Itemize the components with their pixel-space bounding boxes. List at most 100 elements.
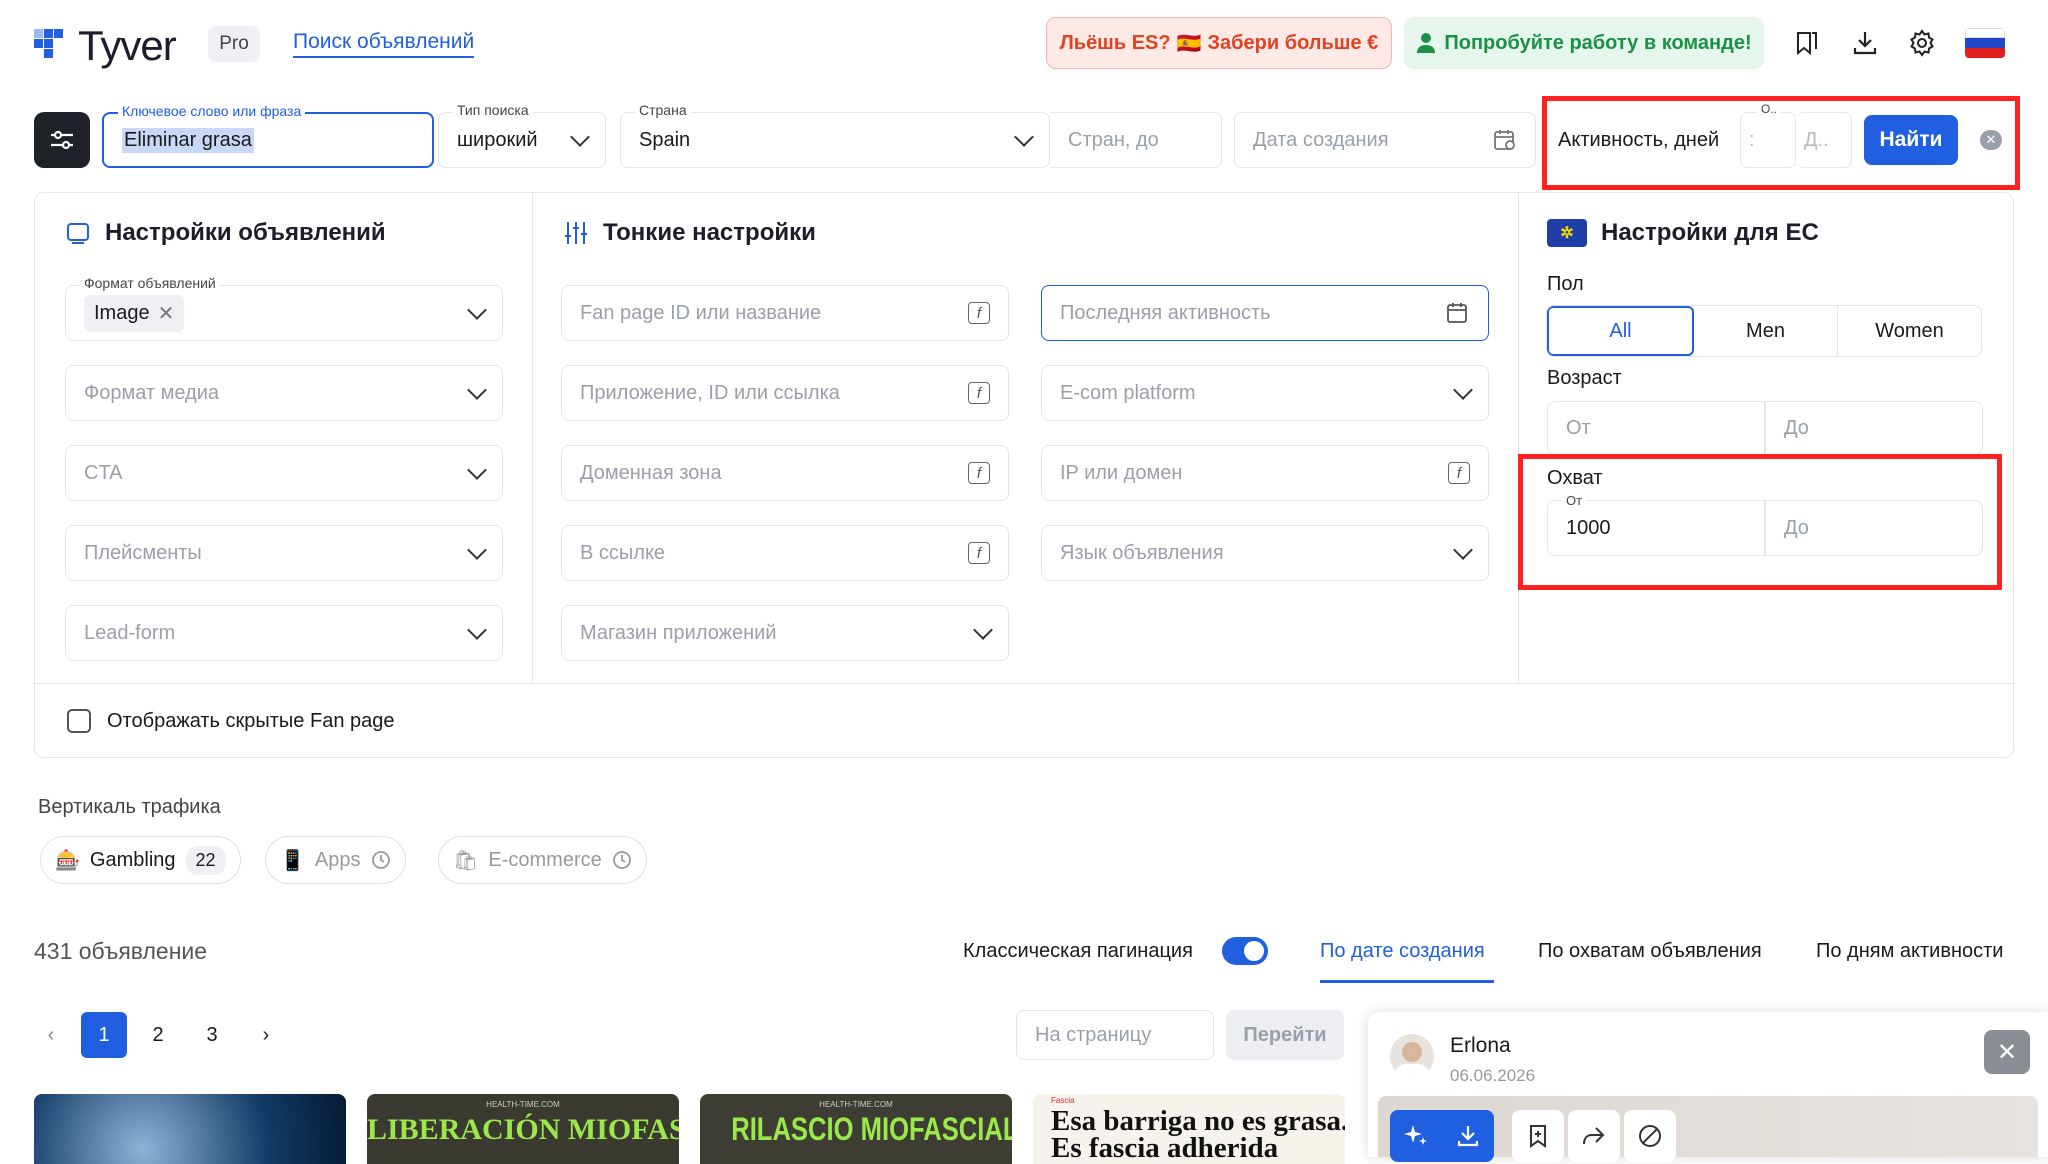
ad-card-3[interactable]: HEALTH-TIME.COM RILASCIO MIOFASCIALE — [700, 1094, 1012, 1164]
in-link-input[interactable]: В ссылке f — [561, 525, 1009, 581]
search-type-value: широкий — [457, 128, 538, 151]
ad-card-1[interactable] — [34, 1094, 346, 1164]
sliders-icon — [51, 130, 73, 150]
eu-flag-icon: ✲ — [1547, 219, 1587, 247]
ad-format-select[interactable]: Формат объявлений Image ✕ — [65, 275, 503, 341]
block-icon[interactable] — [1624, 1110, 1676, 1162]
placements-select[interactable]: Плейсменты — [65, 525, 503, 581]
ip-domain-placeholder: IP или домен — [1060, 461, 1183, 484]
ad-card-2[interactable]: HEALTH-TIME.COM LIBERACIÓN MIOFASCIAL — [367, 1094, 679, 1164]
calendar-icon — [1494, 130, 1515, 150]
gender-men[interactable]: Men — [1694, 306, 1838, 356]
chevron-down-icon — [467, 540, 487, 560]
domain-zone-placeholder: Доменная зона — [580, 461, 722, 484]
function-icon[interactable]: f — [968, 462, 990, 484]
highlight-box-activity — [1542, 96, 2020, 190]
share-icon[interactable] — [1568, 1110, 1620, 1162]
chevron-down-icon — [467, 300, 487, 320]
chip-gambling[interactable]: 🎰 Gambling 22 — [40, 836, 241, 884]
page-1[interactable]: 1 — [81, 1012, 127, 1058]
creation-date-input[interactable]: Дата создания — [1234, 112, 1536, 168]
lead-form-select[interactable]: Lead-form — [65, 605, 503, 661]
clock-icon — [612, 851, 631, 869]
sort-tab-reach[interactable]: По охватам объявления — [1538, 940, 1762, 963]
fine-settings-heading: Тонкие настройки — [563, 219, 816, 247]
chevron-down-icon — [570, 127, 590, 147]
country-select[interactable]: Страна Spain — [620, 102, 1050, 168]
ad-language-select[interactable]: Язык объявления — [1041, 525, 1489, 581]
nav-link-search[interactable]: Поиск объявлений — [293, 30, 475, 58]
function-icon[interactable]: f — [1448, 462, 1470, 484]
ad-card-2-source: HEALTH-TIME.COM — [486, 1100, 560, 1109]
prev-page-icon[interactable]: ‹ — [28, 1012, 74, 1058]
function-icon[interactable]: f — [968, 542, 990, 564]
sort-tab-activity-label: По дням активности — [1816, 940, 2004, 962]
download-icon[interactable] — [1442, 1110, 1494, 1162]
download-icon[interactable] — [1848, 26, 1882, 60]
function-icon[interactable]: f — [968, 382, 990, 404]
popup-name: Erlona — [1450, 1034, 1511, 1057]
vertical-label: Вертикаль трафика — [38, 796, 221, 818]
monitor-icon — [67, 223, 89, 244]
keyword-value: Eliminar grasa — [122, 127, 254, 153]
promo-team-button[interactable]: Попробуйте работу в команде! — [1404, 17, 1764, 69]
classic-pagination-toggle[interactable] — [1222, 937, 1268, 965]
ai-sparkle-icon[interactable] — [1390, 1110, 1442, 1162]
filters-toggle-button[interactable] — [34, 112, 90, 168]
ecom-platform-select[interactable]: E-com platform — [1041, 365, 1489, 421]
hidden-fanpage-checkbox[interactable]: Отображать скрытые Fan page — [67, 709, 395, 733]
page-2[interactable]: 2 — [135, 1012, 181, 1058]
country-label: Страна — [635, 102, 691, 118]
fine-settings-title: Тонкие настройки — [603, 219, 816, 246]
country-value: Spain — [639, 128, 691, 151]
checkbox-icon[interactable] — [67, 709, 91, 733]
chevron-down-icon — [1014, 127, 1034, 147]
russia-flag-icon[interactable] — [1965, 28, 2005, 58]
sort-tab-activity[interactable]: По дням активности — [1816, 940, 2003, 963]
sort-tab-date-label: По дате создания — [1320, 940, 1485, 962]
chip-apps[interactable]: 📱 Apps — [265, 836, 406, 884]
chip-ecommerce[interactable]: 🛍 E-commerce — [438, 836, 647, 884]
chevron-down-icon — [467, 460, 487, 480]
ads-settings-heading: Настройки объявлений — [65, 219, 386, 247]
function-icon[interactable]: f — [968, 302, 990, 324]
goto-page-input[interactable]: На страницу — [1016, 1010, 1214, 1060]
next-page-icon[interactable]: › — [243, 1012, 289, 1058]
ip-domain-input[interactable]: IP или домен f — [1041, 445, 1489, 501]
age-from-input[interactable]: От — [1547, 401, 1765, 455]
ad-format-tag[interactable]: Image ✕ — [84, 294, 185, 332]
chevron-down-icon — [467, 620, 487, 640]
promo-team-text: Попробуйте работу в команде! — [1444, 31, 1752, 54]
bookmark-add-icon[interactable] — [1512, 1110, 1564, 1162]
app-store-placeholder: Магазин приложений — [580, 621, 777, 644]
gender-all[interactable]: All — [1547, 306, 1694, 356]
age-label: Возраст — [1547, 367, 1622, 389]
promo-es-cta: Забери больше € — [1207, 31, 1379, 54]
logo[interactable]: Tyver — [34, 22, 177, 70]
gender-women[interactable]: Women — [1838, 306, 1981, 356]
search-type-select[interactable]: Тип поиска широкий — [438, 102, 606, 168]
goto-page-button[interactable]: Перейти — [1226, 1010, 1344, 1060]
gender-segmented-control[interactable]: All Men Women — [1546, 305, 1982, 357]
fan-page-input[interactable]: Fan page ID или название f — [561, 285, 1009, 341]
age-to-input[interactable]: До — [1765, 401, 1983, 455]
app-store-select[interactable]: Магазин приложений — [561, 605, 1009, 661]
keyword-input[interactable]: Ключевое слово или фраза Eliminar grasa — [102, 103, 434, 168]
country-to-input[interactable]: Стран, до — [1050, 112, 1222, 168]
domain-zone-input[interactable]: Доменная зона f — [561, 445, 1009, 501]
media-format-placeholder: Формат медиа — [84, 381, 219, 404]
last-activity-input[interactable]: Последняя активность — [1041, 285, 1489, 341]
app-input[interactable]: Приложение, ID или ссылка f — [561, 365, 1009, 421]
page-3[interactable]: 3 — [189, 1012, 235, 1058]
ad-card-3-source: HEALTH-TIME.COM — [819, 1100, 893, 1109]
close-icon[interactable]: ✕ — [1984, 1030, 2030, 1074]
bookmarks-icon[interactable] — [1790, 26, 1824, 60]
promo-es-button[interactable]: Льёшь ES? 🇪🇸 Забери больше € — [1046, 17, 1392, 69]
chip-apps-label: Apps — [314, 848, 361, 871]
close-icon[interactable]: ✕ — [158, 301, 175, 326]
gear-icon[interactable] — [1905, 26, 1939, 60]
cta-select[interactable]: CTA — [65, 445, 503, 501]
media-format-select[interactable]: Формат медиа — [65, 365, 503, 421]
ad-card-4[interactable]: Fascia Esa barriga no es grasa. Es fasci… — [1033, 1094, 1345, 1164]
sort-tab-date[interactable]: По дате создания — [1320, 940, 1485, 963]
